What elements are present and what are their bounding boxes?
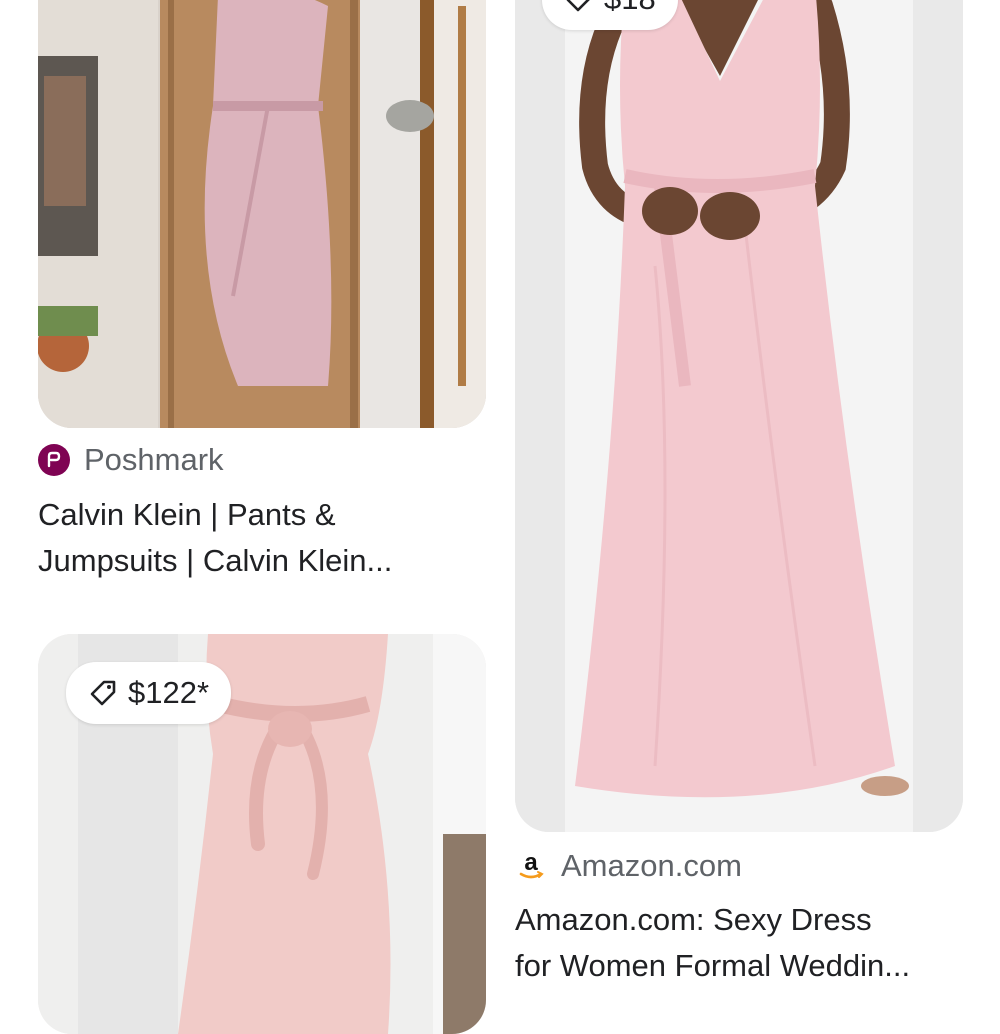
price-tag-icon bbox=[90, 680, 116, 706]
result-image-poshmark[interactable] bbox=[38, 0, 486, 428]
price-value: $122* bbox=[128, 675, 210, 710]
price-badge-3: $122* bbox=[66, 662, 232, 724]
title-line-2: Jumpsuits | Calvin Klein... bbox=[38, 543, 393, 578]
amazon-logo-icon: a bbox=[519, 850, 544, 879]
title-line-2: for Women Formal Weddin... bbox=[515, 948, 911, 983]
result-title-amazon[interactable]: Amazon.com: Sexy Dress for Women Formal … bbox=[515, 897, 910, 989]
title-line-1: Amazon.com: Sexy Dress bbox=[515, 902, 872, 937]
source-name: Poshmark bbox=[84, 442, 224, 477]
result-image-amazon[interactable] bbox=[515, 0, 963, 832]
dress-photo-amazon bbox=[515, 0, 963, 832]
price-value: $18 bbox=[604, 0, 656, 17]
result-title-poshmark[interactable]: Calvin Klein | Pants & Jumpsuits | Calvi… bbox=[38, 492, 392, 584]
price-tag-icon bbox=[566, 0, 590, 12]
result-source-amazon[interactable]: a Amazon.com bbox=[515, 848, 742, 884]
svg-text:a: a bbox=[524, 850, 538, 876]
poshmark-logo-icon bbox=[38, 444, 70, 476]
dress-photo-poshmark bbox=[38, 0, 486, 428]
result-source-poshmark[interactable]: Poshmark bbox=[38, 442, 224, 478]
source-name: Amazon.com bbox=[561, 848, 742, 883]
price-badge-amazon: $18 bbox=[542, 0, 678, 30]
title-line-1: Calvin Klein | Pants & bbox=[38, 497, 336, 532]
